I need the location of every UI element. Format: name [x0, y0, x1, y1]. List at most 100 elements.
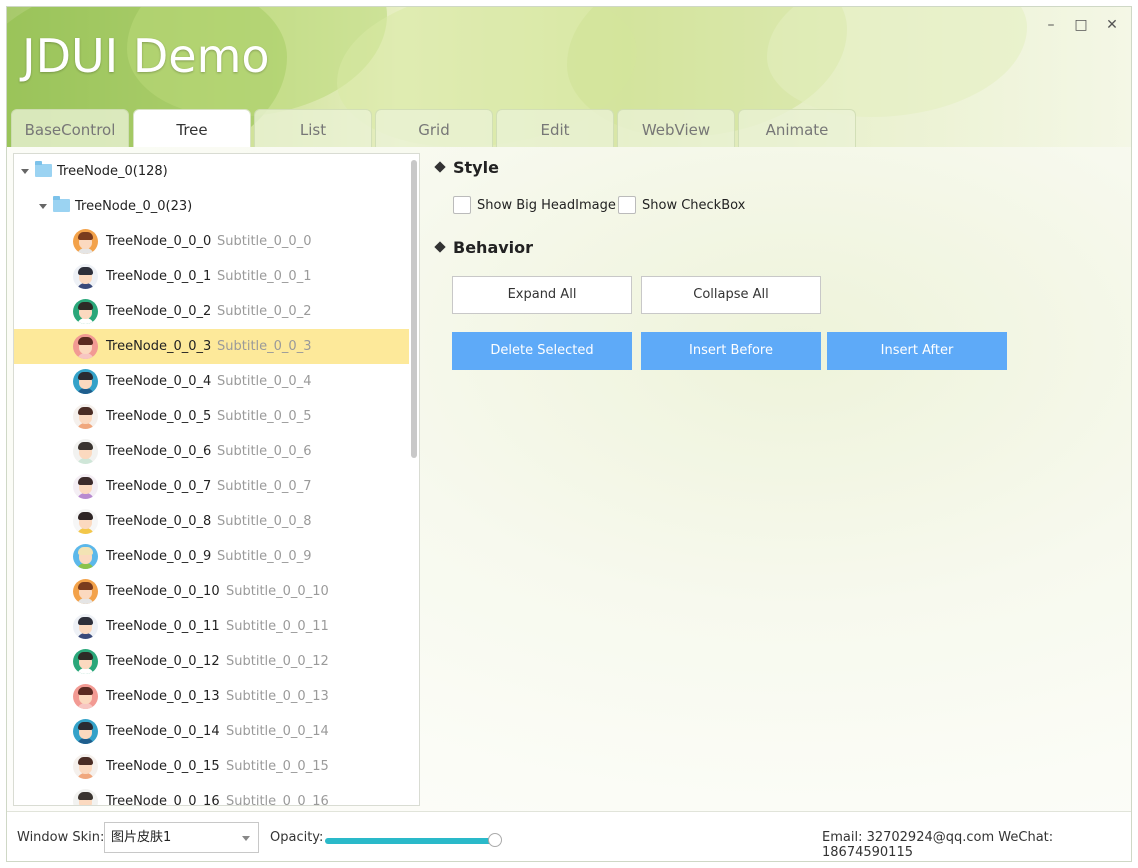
- show-big-headimage-checkbox[interactable]: [453, 196, 471, 214]
- opacity-slider-thumb[interactable]: [488, 833, 502, 847]
- tab-edit[interactable]: Edit: [496, 109, 614, 147]
- tree-item-subtitle: Subtitle_0_0_16: [226, 794, 329, 806]
- show-checkbox-checkbox[interactable]: [618, 196, 636, 214]
- tree-item-row[interactable]: TreeNode_0_0_14 Subtitle_0_0_14: [14, 714, 409, 749]
- tree-item-row[interactable]: TreeNode_0_0_7 Subtitle_0_0_7: [14, 469, 409, 504]
- tree-scrollbar[interactable]: [409, 154, 419, 805]
- show-checkbox-label: Show CheckBox: [642, 198, 746, 213]
- expand-arrow-icon[interactable]: [21, 169, 29, 174]
- tree-item-subtitle: Subtitle_0_0_3: [217, 339, 312, 354]
- diamond-bullet-icon: [434, 161, 446, 173]
- tab-animate[interactable]: Animate: [738, 109, 856, 147]
- insert-before-button[interactable]: Insert Before: [641, 332, 821, 370]
- avatar-man-light-icon: [73, 439, 98, 464]
- avatar-girl-light-icon: [73, 404, 98, 429]
- app-window: JDUI Demo – □ ✕ BaseControl Tree List Gr…: [6, 6, 1132, 862]
- tree-item-row[interactable]: TreeNode_0_0_9 Subtitle_0_0_9: [14, 539, 409, 574]
- tree-item-title: TreeNode_0_0_15: [106, 759, 220, 774]
- app-title: JDUI Demo: [22, 29, 270, 83]
- tree-item-title: TreeNode_0_0_12: [106, 654, 220, 669]
- avatar-girl-orange-icon: [73, 229, 98, 254]
- folder-icon: [35, 161, 52, 177]
- window-skin-select[interactable]: 图片皮肤1: [104, 822, 259, 853]
- avatar-man-blue-icon: [73, 719, 98, 744]
- tree-item-title: TreeNode_0_0_6: [106, 444, 212, 459]
- window-skin-label: Window Skin:: [17, 830, 105, 845]
- tree-item-subtitle: Subtitle_0_0_2: [217, 304, 312, 319]
- avatar-girl-pink-icon: [73, 334, 98, 359]
- avatar-girl-light-icon: [73, 754, 98, 779]
- tab-grid[interactable]: Grid: [375, 109, 493, 147]
- delete-selected-button[interactable]: Delete Selected: [452, 332, 632, 370]
- tree-item-row[interactable]: TreeNode_0_0_4 Subtitle_0_0_4: [14, 364, 409, 399]
- tree-node-child[interactable]: TreeNode_0_0(23): [14, 189, 409, 224]
- tab-tree[interactable]: Tree: [133, 109, 251, 148]
- tree-item-subtitle: Subtitle_0_0_15: [226, 759, 329, 774]
- insert-after-button[interactable]: Insert After: [827, 332, 1007, 370]
- window-skin-value: 图片皮肤1: [111, 830, 172, 845]
- avatar-man-green-icon: [73, 299, 98, 324]
- tree-item-title: TreeNode_0_0_9: [106, 549, 212, 564]
- tree-item-subtitle: Subtitle_0_0_0: [217, 234, 312, 249]
- tree-item-row[interactable]: TreeNode_0_0_10 Subtitle_0_0_10: [14, 574, 409, 609]
- tree-item-row[interactable]: TreeNode_0_0_8 Subtitle_0_0_8: [14, 504, 409, 539]
- tree-node-label: TreeNode_0(128): [57, 164, 168, 179]
- tree-node-root[interactable]: TreeNode_0(128): [14, 154, 409, 189]
- tree-item-subtitle: Subtitle_0_0_6: [217, 444, 312, 459]
- tree-view[interactable]: TreeNode_0(128) TreeNode_0_0(23) TreeNod…: [13, 153, 420, 806]
- behavior-section-title: Behavior: [434, 238, 533, 257]
- expand-all-button[interactable]: Expand All: [452, 276, 632, 314]
- show-big-headimage-label: Show Big HeadImage: [477, 198, 616, 213]
- tree-item-row[interactable]: TreeNode_0_0_6 Subtitle_0_0_6: [14, 434, 409, 469]
- avatar-man-suit-icon: [73, 614, 98, 639]
- tree-item-title: TreeNode_0_0_10: [106, 584, 220, 599]
- tree-item-subtitle: Subtitle_0_0_4: [217, 374, 312, 389]
- maximize-button[interactable]: □: [1071, 15, 1091, 35]
- tree-scrollbar-thumb[interactable]: [411, 160, 417, 458]
- tab-list[interactable]: List: [254, 109, 372, 147]
- close-button[interactable]: ✕: [1102, 15, 1122, 35]
- opacity-slider-fill: [325, 838, 495, 844]
- tree-item-subtitle: Subtitle_0_0_9: [217, 549, 312, 564]
- tree-item-title: TreeNode_0_0_7: [106, 479, 212, 494]
- tree-item-subtitle: Subtitle_0_0_13: [226, 689, 329, 704]
- tree-item-row[interactable]: TreeNode_0_0_15 Subtitle_0_0_15: [14, 749, 409, 784]
- avatar-man-green-icon: [73, 649, 98, 674]
- tree-item-title: TreeNode_0_0_2: [106, 304, 212, 319]
- tree-item-title: TreeNode_0_0_16: [106, 794, 220, 806]
- opacity-slider[interactable]: [325, 833, 502, 847]
- tree-item-row[interactable]: TreeNode_0_0_3 Subtitle_0_0_3: [14, 329, 409, 364]
- contact-info: Email: 32702924@qq.com WeChat: 186745901…: [822, 830, 1054, 860]
- expand-arrow-icon[interactable]: [39, 204, 47, 209]
- collapse-all-button[interactable]: Collapse All: [641, 276, 821, 314]
- tree-item-subtitle: Subtitle_0_0_10: [226, 584, 329, 599]
- tree-item-title: TreeNode_0_0_3: [106, 339, 212, 354]
- avatar-girl-pink-icon: [73, 684, 98, 709]
- tree-item-title: TreeNode_0_0_13: [106, 689, 220, 704]
- tree-item-subtitle: Subtitle_0_0_14: [226, 724, 329, 739]
- tree-item-subtitle: Subtitle_0_0_8: [217, 514, 312, 529]
- tree-item-title: TreeNode_0_0_8: [106, 514, 212, 529]
- tree-item-subtitle: Subtitle_0_0_11: [226, 619, 329, 634]
- tree-item-row[interactable]: TreeNode_0_0_16 Subtitle_0_0_16: [14, 784, 409, 806]
- tree-item-row[interactable]: TreeNode_0_0_5 Subtitle_0_0_5: [14, 399, 409, 434]
- tree-item-row[interactable]: TreeNode_0_0_12 Subtitle_0_0_12: [14, 644, 409, 679]
- tree-item-row[interactable]: TreeNode_0_0_1 Subtitle_0_0_1: [14, 259, 409, 294]
- tab-webview[interactable]: WebView: [617, 109, 735, 147]
- tree-item-row[interactable]: TreeNode_0_0_11 Subtitle_0_0_11: [14, 609, 409, 644]
- tree-item-row[interactable]: TreeNode_0_0_13 Subtitle_0_0_13: [14, 679, 409, 714]
- tree-item-subtitle: Subtitle_0_0_7: [217, 479, 312, 494]
- chevron-down-icon: [242, 836, 250, 841]
- status-bar: Window Skin: 图片皮肤1 Opacity: Email: 32702…: [7, 811, 1131, 861]
- avatar-boy-blue-icon: [73, 544, 98, 569]
- tree-item-title: TreeNode_0_0_4: [106, 374, 212, 389]
- tree-item-subtitle: Subtitle_0_0_1: [217, 269, 312, 284]
- tree-item-row[interactable]: TreeNode_0_0_0 Subtitle_0_0_0: [14, 224, 409, 259]
- tree-node-label: TreeNode_0_0(23): [75, 199, 193, 214]
- tab-basecontrol[interactable]: BaseControl: [11, 109, 129, 147]
- tree-item-title: TreeNode_0_0_1: [106, 269, 212, 284]
- diamond-bullet-icon: [434, 241, 446, 253]
- avatar-girl-purple-icon: [73, 474, 98, 499]
- tree-item-row[interactable]: TreeNode_0_0_2 Subtitle_0_0_2: [14, 294, 409, 329]
- minimize-button[interactable]: –: [1041, 15, 1061, 35]
